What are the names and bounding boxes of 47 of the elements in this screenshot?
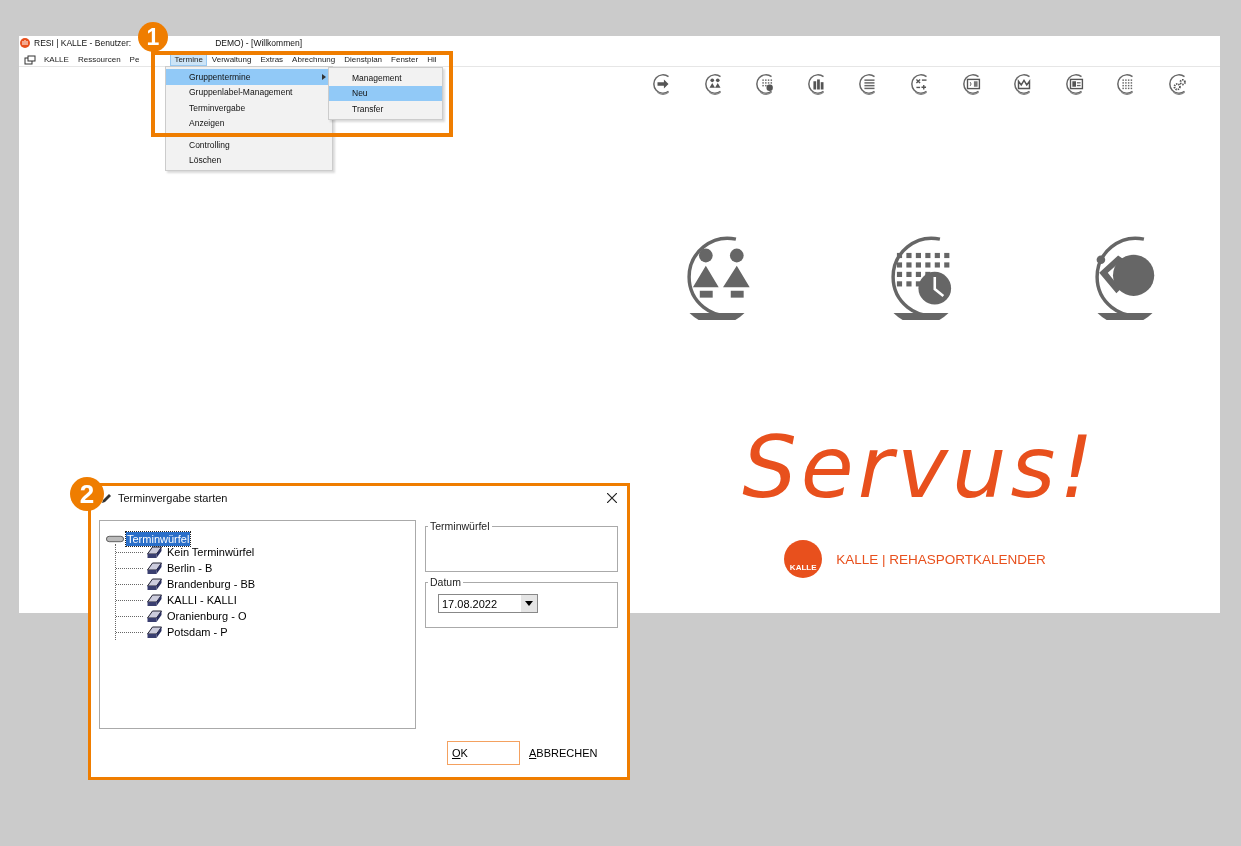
dropdown-arrow-icon[interactable] — [525, 601, 533, 606]
tree-item[interactable]: Berlin - B — [166, 561, 214, 575]
chevron-icon — [322, 73, 326, 80]
menu-item[interactable]: Pe — [125, 53, 144, 66]
cube-icon — [146, 593, 163, 607]
menu-entry[interactable]: Controlling — [166, 137, 332, 153]
menu-item[interactable]: Dienstplan — [340, 53, 387, 66]
menu-item[interactable]: Fenster — [387, 53, 423, 66]
menu-entry[interactable]: Löschen — [166, 152, 332, 168]
greeting: Servus! — [742, 424, 1098, 510]
tree-item[interactable]: Oranienburg - O — [166, 609, 248, 623]
menu-entry[interactable]: Neu — [329, 85, 442, 101]
menu-item[interactable]: Verwaltung — [207, 53, 256, 66]
close-icon[interactable] — [607, 493, 617, 503]
kalle-logo: KALLE — [784, 540, 823, 578]
group-label: Terminwürfel — [429, 520, 491, 532]
window-title: DEMO) - [Willkommen] — [215, 38, 303, 48]
menu-entry[interactable]: Anzeigen — [166, 115, 332, 131]
window-title: RESI | KALLE - Benutzer: — [34, 38, 132, 48]
tree-item[interactable]: Terminwürfel — [126, 532, 191, 546]
tree-item[interactable]: Brandenburg - BB — [166, 577, 257, 591]
step-badge: 1 — [138, 22, 168, 52]
menu-entry[interactable]: Gruppenlabel-Management — [166, 84, 332, 100]
tree-item[interactable]: Kein Terminwürfel — [166, 545, 256, 559]
menu-item[interactable]: Extras — [256, 53, 288, 66]
menu-entry[interactable]: Transfer — [329, 101, 442, 117]
menu-item[interactable]: Hil — [423, 53, 441, 66]
pencil-icon — [101, 492, 113, 504]
cube-icon — [146, 577, 163, 591]
cube-icon — [146, 609, 163, 623]
menu-item[interactable]: Abrechnung — [288, 53, 340, 66]
brand-name: KALLE | REHASPORTKALENDER — [836, 551, 1046, 567]
window-icon[interactable] — [24, 54, 36, 65]
menu-entry[interactable]: Terminvergabe — [166, 100, 332, 116]
cube-icon — [146, 561, 163, 575]
cube-icon — [146, 625, 163, 639]
tree-item[interactable]: KALLI - KALLI — [166, 593, 238, 607]
date-dropdown[interactable]: 17.08.2022 — [438, 594, 538, 613]
dialog-button[interactable]: OK — [447, 741, 520, 765]
cube-icon — [146, 545, 163, 559]
menu-entry[interactable]: Management — [329, 70, 442, 86]
menu-item[interactable]: Ressourcen — [73, 53, 125, 66]
menu-item[interactable]: KALLE — [40, 53, 73, 66]
group-label: Datum — [429, 576, 462, 588]
cylinder-icon — [106, 535, 124, 543]
dialog-title: Terminvergabe starten — [118, 492, 228, 504]
tree-item[interactable]: Potsdam - P — [166, 625, 229, 639]
